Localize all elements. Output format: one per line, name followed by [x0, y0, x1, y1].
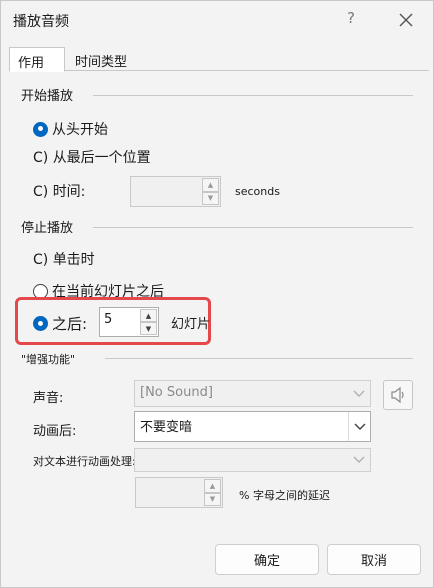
animate-text-label: 对文本进行动画处理:	[33, 455, 136, 468]
start-from-last-position-option[interactable]: C) 从最后一个位置	[33, 147, 151, 167]
cancel-button[interactable]: 取消	[327, 544, 421, 575]
start-at-time-label: C) 时间:	[33, 184, 86, 200]
spin-up-button[interactable]: ▲	[204, 479, 221, 493]
start-section-title: 开始播放	[21, 89, 74, 104]
enhancements-section-title: "增强功能"	[21, 353, 76, 366]
letter-delay-unit-label: % 字母之间的延迟	[239, 489, 330, 502]
sound-label: 声音:	[33, 391, 64, 406]
chevron-down-icon	[348, 449, 370, 471]
stop-after-slides-value: 5	[104, 312, 113, 327]
tab-effect[interactable]: 作用	[9, 47, 65, 72]
tab-strip: 作用 时间类型	[9, 47, 429, 72]
chevron-down-icon	[348, 381, 370, 406]
seconds-label: seconds	[235, 185, 280, 198]
triangle-down-icon: ▼	[207, 194, 214, 203]
start-from-beginning-option[interactable]: 从头开始	[33, 119, 108, 139]
play-audio-dialog: 播放音频 ? 作用 时间类型 开始播放 从头开始 C) 从最后一个位置 C) 时…	[0, 0, 434, 588]
stop-after-label: 之后:	[52, 315, 88, 333]
triangle-up-icon: ▲	[209, 481, 216, 490]
start-from-beginning-label: 从头开始	[52, 122, 108, 138]
spin-up-button[interactable]: ▲	[140, 309, 157, 322]
enhancements-section-divider	[105, 358, 413, 359]
triangle-up-icon: ▲	[145, 311, 152, 320]
spin-up-button[interactable]: ▲	[202, 178, 219, 192]
speaker-icon	[391, 386, 404, 404]
stop-after-slides-option[interactable]: 之后:	[33, 313, 87, 334]
triangle-down-icon: ▼	[145, 324, 152, 333]
close-button[interactable]	[393, 7, 419, 33]
letter-delay-spinner[interactable]: ▲ ▼	[135, 477, 223, 508]
start-time-spinner[interactable]: ▲ ▼	[130, 176, 221, 207]
stop-after-slides-spinner[interactable]: 5 ▲ ▼	[99, 307, 159, 337]
stop-section-title: 停止播放	[21, 221, 74, 236]
after-animation-select[interactable]: 不要变暗	[134, 411, 371, 442]
close-icon	[399, 13, 413, 27]
start-from-last-position-label: C) 从最后一个位置	[33, 150, 151, 166]
start-section-divider	[93, 95, 413, 96]
animate-text-select[interactable]	[134, 448, 371, 472]
spin-down-button[interactable]: ▼	[140, 322, 157, 335]
sound-volume-button[interactable]	[383, 380, 413, 410]
start-at-time-option[interactable]: C) 时间:	[33, 181, 85, 201]
after-animation-value: 不要变暗	[140, 420, 193, 435]
radio-checked-icon	[33, 316, 48, 331]
title-bar: 播放音频 ?	[1, 1, 433, 39]
spin-down-button[interactable]: ▼	[204, 492, 221, 506]
dialog-title: 播放音频	[13, 14, 69, 30]
after-animation-label: 动画后:	[33, 424, 77, 439]
slides-unit-label: 幻灯片	[171, 317, 211, 332]
triangle-down-icon: ▼	[209, 495, 216, 504]
chevron-down-icon	[348, 412, 370, 441]
spin-down-button[interactable]: ▼	[202, 191, 219, 205]
stop-on-click-label: C) 单击时	[33, 252, 95, 268]
tab-timing[interactable]: 时间类型	[67, 47, 137, 71]
sound-select[interactable]: [No Sound]	[134, 380, 371, 407]
triangle-up-icon: ▲	[207, 180, 214, 189]
help-button[interactable]: ?	[341, 9, 361, 31]
stop-section-divider	[93, 227, 413, 228]
ok-button[interactable]: 确定	[215, 544, 319, 575]
sound-select-value: [No Sound]	[140, 385, 213, 400]
radio-checked-icon	[33, 121, 48, 137]
stop-on-click-option[interactable]: C) 单击时	[33, 249, 95, 269]
